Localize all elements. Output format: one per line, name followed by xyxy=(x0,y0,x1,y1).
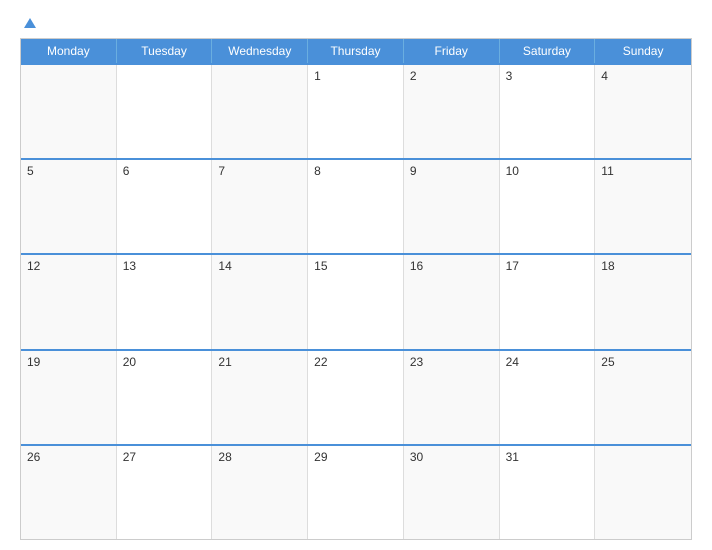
day-number: 11 xyxy=(601,164,685,178)
calendar-cell: 10 xyxy=(500,160,596,253)
calendar-body: 1234567891011121314151617181920212223242… xyxy=(21,63,691,539)
calendar-cell xyxy=(212,65,308,158)
calendar-cell: 4 xyxy=(595,65,691,158)
day-number: 7 xyxy=(218,164,301,178)
calendar-cell: 7 xyxy=(212,160,308,253)
calendar-cell: 9 xyxy=(404,160,500,253)
day-number: 23 xyxy=(410,355,493,369)
logo-triangle-icon xyxy=(24,18,36,28)
calendar-cell: 11 xyxy=(595,160,691,253)
day-number: 9 xyxy=(410,164,493,178)
day-number: 25 xyxy=(601,355,685,369)
calendar-cell: 22 xyxy=(308,351,404,444)
day-number: 20 xyxy=(123,355,206,369)
day-number: 8 xyxy=(314,164,397,178)
calendar-cell: 17 xyxy=(500,255,596,348)
header-cell-wednesday: Wednesday xyxy=(212,39,308,63)
calendar-cell: 25 xyxy=(595,351,691,444)
header-cell-thursday: Thursday xyxy=(308,39,404,63)
day-number: 30 xyxy=(410,450,493,464)
calendar-cell: 21 xyxy=(212,351,308,444)
day-number: 27 xyxy=(123,450,206,464)
day-number: 1 xyxy=(314,69,397,83)
calendar-cell: 15 xyxy=(308,255,404,348)
calendar-cell: 8 xyxy=(308,160,404,253)
header-cell-saturday: Saturday xyxy=(500,39,596,63)
calendar-cell: 26 xyxy=(21,446,117,539)
calendar-cell: 30 xyxy=(404,446,500,539)
header xyxy=(20,18,692,28)
day-number: 5 xyxy=(27,164,110,178)
calendar: MondayTuesdayWednesdayThursdayFridaySatu… xyxy=(20,38,692,540)
calendar-cell: 28 xyxy=(212,446,308,539)
day-number: 29 xyxy=(314,450,397,464)
calendar-header: MondayTuesdayWednesdayThursdayFridaySatu… xyxy=(21,39,691,63)
calendar-cell: 18 xyxy=(595,255,691,348)
day-number: 15 xyxy=(314,259,397,273)
calendar-cell: 29 xyxy=(308,446,404,539)
day-number: 18 xyxy=(601,259,685,273)
calendar-week-1: 1234 xyxy=(21,63,691,158)
calendar-cell: 2 xyxy=(404,65,500,158)
day-number: 24 xyxy=(506,355,589,369)
calendar-cell xyxy=(21,65,117,158)
calendar-cell xyxy=(595,446,691,539)
header-cell-friday: Friday xyxy=(404,39,500,63)
day-number: 14 xyxy=(218,259,301,273)
calendar-week-3: 12 13 14 15 16 17 18 xyxy=(21,253,691,348)
calendar-cell: 13 xyxy=(117,255,213,348)
calendar-cell: 31 xyxy=(500,446,596,539)
day-number: 21 xyxy=(218,355,301,369)
calendar-cell: 24 xyxy=(500,351,596,444)
calendar-cell: 23 xyxy=(404,351,500,444)
day-number: 4 xyxy=(601,69,685,83)
calendar-cell: 27 xyxy=(117,446,213,539)
logo xyxy=(20,18,36,28)
day-number: 10 xyxy=(506,164,589,178)
calendar-week-4: 19 20 21 22 23 24 25 xyxy=(21,349,691,444)
calendar-cell: 1 xyxy=(308,65,404,158)
day-number: 31 xyxy=(506,450,589,464)
calendar-cell: 19 xyxy=(21,351,117,444)
day-number: 26 xyxy=(27,450,110,464)
day-number: 13 xyxy=(123,259,206,273)
day-number: 2 xyxy=(410,69,493,83)
day-number: 19 xyxy=(27,355,110,369)
header-cell-monday: Monday xyxy=(21,39,117,63)
day-number: 6 xyxy=(123,164,206,178)
header-cell-sunday: Sunday xyxy=(595,39,691,63)
day-number: 28 xyxy=(218,450,301,464)
calendar-cell: 12 xyxy=(21,255,117,348)
calendar-cell: 16 xyxy=(404,255,500,348)
header-cell-tuesday: Tuesday xyxy=(117,39,213,63)
day-number: 12 xyxy=(27,259,110,273)
calendar-cell: 20 xyxy=(117,351,213,444)
calendar-cell: 6 xyxy=(117,160,213,253)
day-number: 16 xyxy=(410,259,493,273)
logo-blue-text xyxy=(20,18,36,28)
page: MondayTuesdayWednesdayThursdayFridaySatu… xyxy=(0,0,712,550)
calendar-cell: 3 xyxy=(500,65,596,158)
calendar-cell xyxy=(117,65,213,158)
day-number: 3 xyxy=(506,69,589,83)
day-number: 17 xyxy=(506,259,589,273)
calendar-week-5: 26 27 28 29 30 31 xyxy=(21,444,691,539)
day-number: 22 xyxy=(314,355,397,369)
calendar-cell: 5 xyxy=(21,160,117,253)
calendar-week-2: 56789 10 11 xyxy=(21,158,691,253)
calendar-cell: 14 xyxy=(212,255,308,348)
